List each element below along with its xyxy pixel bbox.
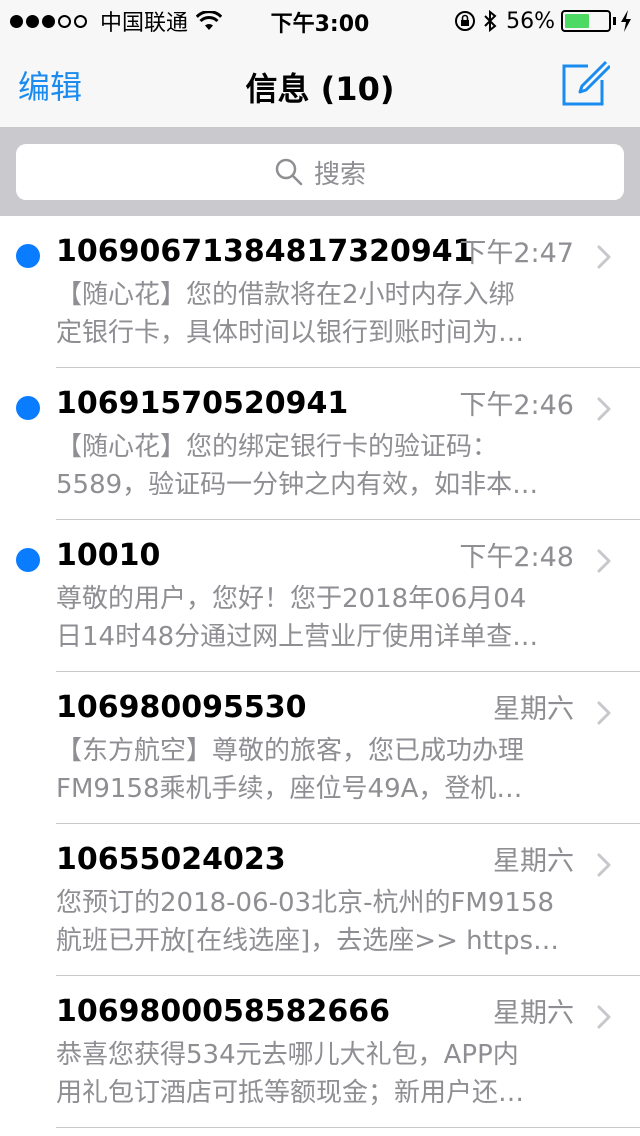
status-right: 56%: [454, 6, 632, 36]
battery-percent: 56%: [506, 8, 555, 34]
preview-line: FM9158乘机手续，座位号49A，登机…: [56, 774, 523, 804]
search-input[interactable]: 搜索: [16, 144, 624, 200]
message-row[interactable]: 10690671384817320941 下午2:47 【随心花】您的借款将在2…: [0, 216, 640, 368]
message-row[interactable]: 10691570520941 下午2:46 【随心花】您的绑定银行卡的验证码： …: [0, 368, 640, 520]
orientation-lock-icon: [455, 11, 476, 31]
page-title: 信息 (10): [245, 70, 395, 108]
chevron-right-icon: [597, 1005, 611, 1029]
unread-indicator: [16, 244, 40, 268]
message-time: 星期六: [493, 694, 574, 725]
search-placeholder: 搜索: [313, 159, 366, 190]
preview-line: 航班已开放[在线选座]，去选座>> https…: [56, 926, 560, 956]
message-sender: 10010: [56, 538, 161, 573]
message-time: 下午2:47: [459, 238, 574, 269]
preview-line: 定银行卡，具体时间以银行到账时间为…: [56, 318, 525, 348]
battery-icon: [561, 10, 611, 32]
navigation-bar: 编辑 信息 (10): [0, 40, 640, 128]
bluetooth-icon: [484, 9, 497, 33]
message-sender: 1069800058582666: [56, 994, 390, 1029]
preview-line: 恭喜您获得534元去哪儿大礼包，APP内: [56, 1040, 519, 1070]
message-preview: 【随心花】您的借款将在2小时内存入绑 定银行卡，具体时间以银行到账时间为…: [56, 276, 612, 354]
preview-line: 日14时48分通过网上营业厅使用详单查…: [56, 622, 539, 652]
preview-line: 用礼包订酒店可抵等额现金；新用户还…: [56, 1078, 525, 1108]
message-preview: 恭喜您获得534元去哪儿大礼包，APP内 用礼包订酒店可抵等额现金；新用户还…: [56, 1036, 612, 1114]
search-icon: [275, 158, 303, 186]
chevron-right-icon: [597, 245, 611, 269]
preview-line: 【东方航空】尊敬的旅客，您已成功办理: [56, 736, 525, 766]
message-sender: 10691570520941: [56, 386, 349, 421]
message-sender: 10655024023: [56, 842, 286, 877]
chevron-right-icon: [597, 397, 611, 421]
battery-fill: [565, 14, 589, 28]
message-sender: 10690671384817320941: [56, 234, 474, 269]
unread-indicator: [16, 396, 40, 420]
message-time: 下午2:46: [459, 390, 574, 421]
message-list: 10690671384817320941 下午2:47 【随心花】您的借款将在2…: [0, 216, 640, 1128]
unread-indicator: [16, 548, 40, 572]
message-row[interactable]: 10655024023 星期六 您预订的2018-06-03北京-杭州的FM91…: [0, 824, 640, 976]
preview-line: 5589，验证码一分钟之内有效，如非本…: [56, 470, 539, 500]
compose-icon[interactable]: [560, 58, 610, 108]
message-time: 下午2:48: [459, 542, 574, 573]
message-time: 星期六: [493, 998, 574, 1029]
status-bar: 中国联通 下午3:00 56%: [0, 0, 640, 40]
preview-line: 尊敬的用户，您好！您于2018年06月04: [56, 584, 527, 614]
message-preview: 【东方航空】尊敬的旅客，您已成功办理 FM9158乘机手续，座位号49A，登机…: [56, 732, 612, 810]
message-preview: 【随心花】您的绑定银行卡的验证码： 5589，验证码一分钟之内有效，如非本…: [56, 428, 612, 506]
search-bar-area: 搜索: [0, 128, 640, 216]
message-sender: 106980095530: [56, 690, 307, 725]
message-time: 星期六: [493, 846, 574, 877]
preview-line: 【随心花】您的绑定银行卡的验证码：: [56, 432, 499, 462]
message-row[interactable]: 1069800058582666 星期六 恭喜您获得534元去哪儿大礼包，APP…: [0, 976, 640, 1128]
chevron-right-icon: [597, 549, 611, 573]
message-preview: 您预订的2018-06-03北京-杭州的FM9158 航班已开放[在线选座]，去…: [56, 884, 612, 962]
chevron-right-icon: [597, 701, 611, 725]
preview-line: 您预订的2018-06-03北京-杭州的FM9158: [56, 888, 555, 918]
battery-nub: [613, 17, 616, 25]
message-preview: 尊敬的用户，您好！您于2018年06月04 日14时48分通过网上营业厅使用详单…: [56, 580, 612, 658]
preview-line: 【随心花】您的借款将在2小时内存入绑: [56, 280, 515, 310]
message-row[interactable]: 106980095530 星期六 【东方航空】尊敬的旅客，您已成功办理 FM91…: [0, 672, 640, 824]
message-row[interactable]: 10010 下午2:48 尊敬的用户，您好！您于2018年06月04 日14时4…: [0, 520, 640, 672]
chevron-right-icon: [597, 853, 611, 877]
charging-icon: [621, 10, 631, 32]
